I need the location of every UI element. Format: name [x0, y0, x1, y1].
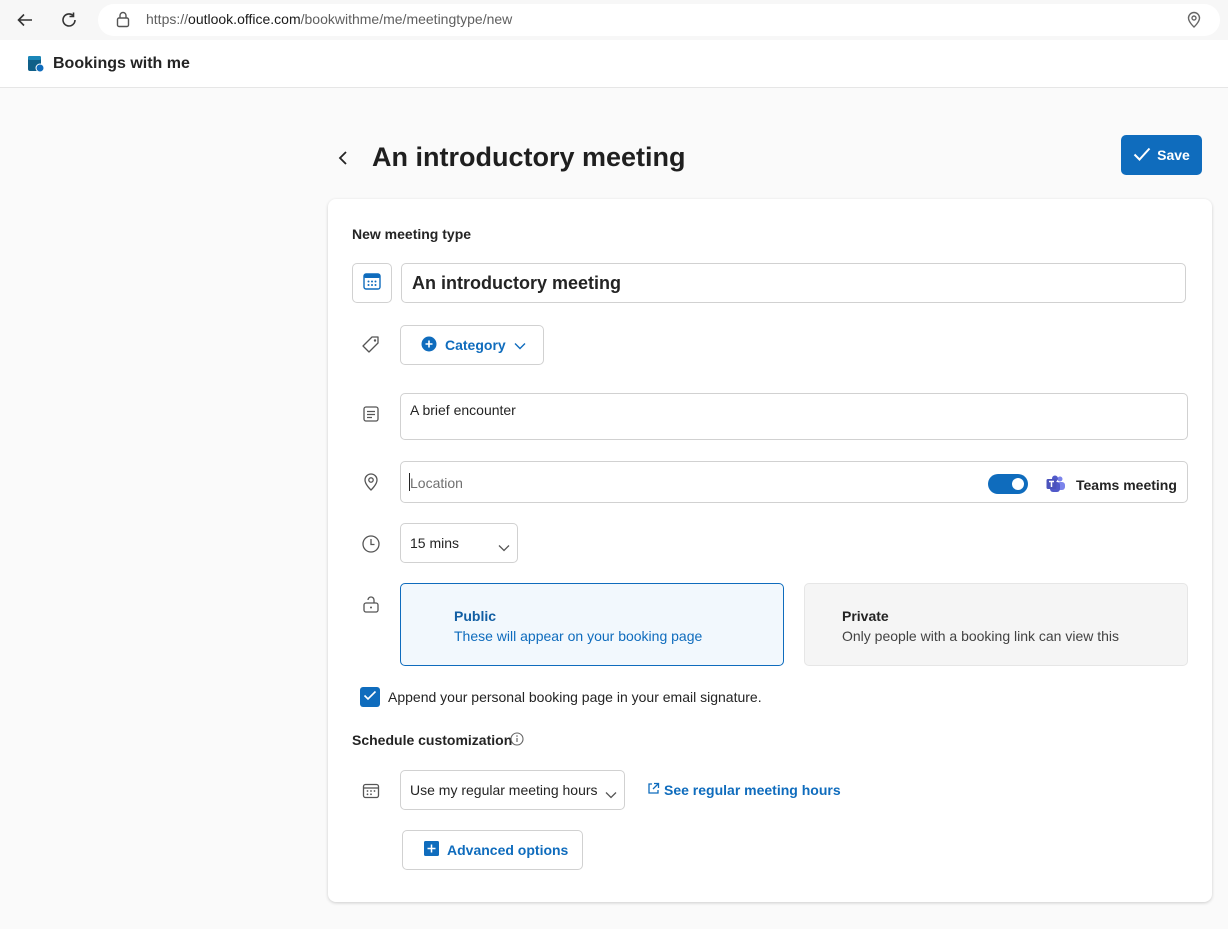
duration-select[interactable]: 15 mins — [400, 523, 518, 563]
location-input[interactable] — [400, 461, 1188, 503]
public-title: Public — [454, 608, 497, 624]
location-placeholder: Location — [410, 475, 463, 491]
visibility-public-option[interactable]: Public These will appear on your booking… — [400, 583, 784, 666]
add-square-icon — [424, 841, 439, 859]
append-signature-checkbox[interactable] — [360, 687, 380, 707]
chevron-down-icon — [605, 786, 617, 802]
clock-icon — [361, 534, 381, 554]
back-arrow-icon[interactable] — [9, 4, 41, 36]
category-label: Category — [445, 337, 506, 353]
description-textarea[interactable]: A brief encounter — [400, 393, 1188, 440]
bookings-logo-icon — [27, 55, 45, 78]
meeting-icon-picker[interactable] — [352, 263, 392, 303]
advanced-options-label: Advanced options — [447, 842, 569, 858]
see-regular-hours-link[interactable]: See regular meeting hours — [647, 782, 841, 798]
description-icon — [361, 404, 381, 424]
meeting-hours-select[interactable]: Use my regular meeting hours — [400, 770, 625, 810]
calendar-icon — [363, 272, 381, 295]
category-dropdown[interactable]: Category — [400, 325, 544, 365]
url-text[interactable]: https://outlook.office.com/bookwithme/me… — [146, 11, 512, 27]
save-button[interactable]: Save — [1121, 135, 1202, 175]
see-regular-hours-label: See regular meeting hours — [664, 782, 841, 798]
app-title: Bookings with me — [53, 55, 190, 72]
lock-icon[interactable] — [116, 11, 130, 33]
open-external-icon — [647, 782, 660, 798]
unlock-icon — [361, 594, 381, 614]
private-description: Only people with a booking link can view… — [842, 628, 1120, 644]
refresh-icon[interactable] — [53, 4, 85, 36]
tag-icon — [361, 335, 381, 355]
teams-icon — [1046, 475, 1066, 498]
chevron-down-icon — [498, 539, 510, 555]
checkmark-icon — [1133, 147, 1151, 164]
back-chevron-icon[interactable] — [336, 149, 352, 172]
duration-value: 15 mins — [410, 535, 460, 551]
meeting-hours-value: Use my regular meeting hours — [410, 782, 598, 798]
info-icon[interactable] — [510, 732, 524, 751]
schedule-section-title: Schedule customization — [352, 732, 513, 748]
append-signature-label[interactable]: Append your personal booking page in you… — [388, 689, 762, 705]
calendar-grid-icon — [361, 781, 381, 801]
save-label: Save — [1157, 147, 1190, 163]
chevron-down-icon — [514, 337, 526, 353]
page-title: An introductory meeting — [372, 142, 686, 172]
checkmark-icon — [363, 688, 377, 706]
meeting-name-input[interactable]: An introductory meeting — [401, 263, 1186, 303]
location-permission-icon[interactable] — [1185, 11, 1203, 34]
private-title: Private — [842, 608, 889, 624]
toggle-knob — [1012, 478, 1024, 490]
visibility-private-option[interactable]: Private Only people with a booking link … — [804, 583, 1188, 666]
advanced-options-button[interactable]: Advanced options — [402, 830, 583, 870]
add-circle-icon — [421, 336, 437, 355]
teams-meeting-label: Teams meeting — [1076, 477, 1177, 493]
section-title: New meeting type — [352, 226, 472, 242]
public-description: These will appear on your booking page — [454, 628, 703, 644]
location-pin-icon — [361, 472, 381, 492]
